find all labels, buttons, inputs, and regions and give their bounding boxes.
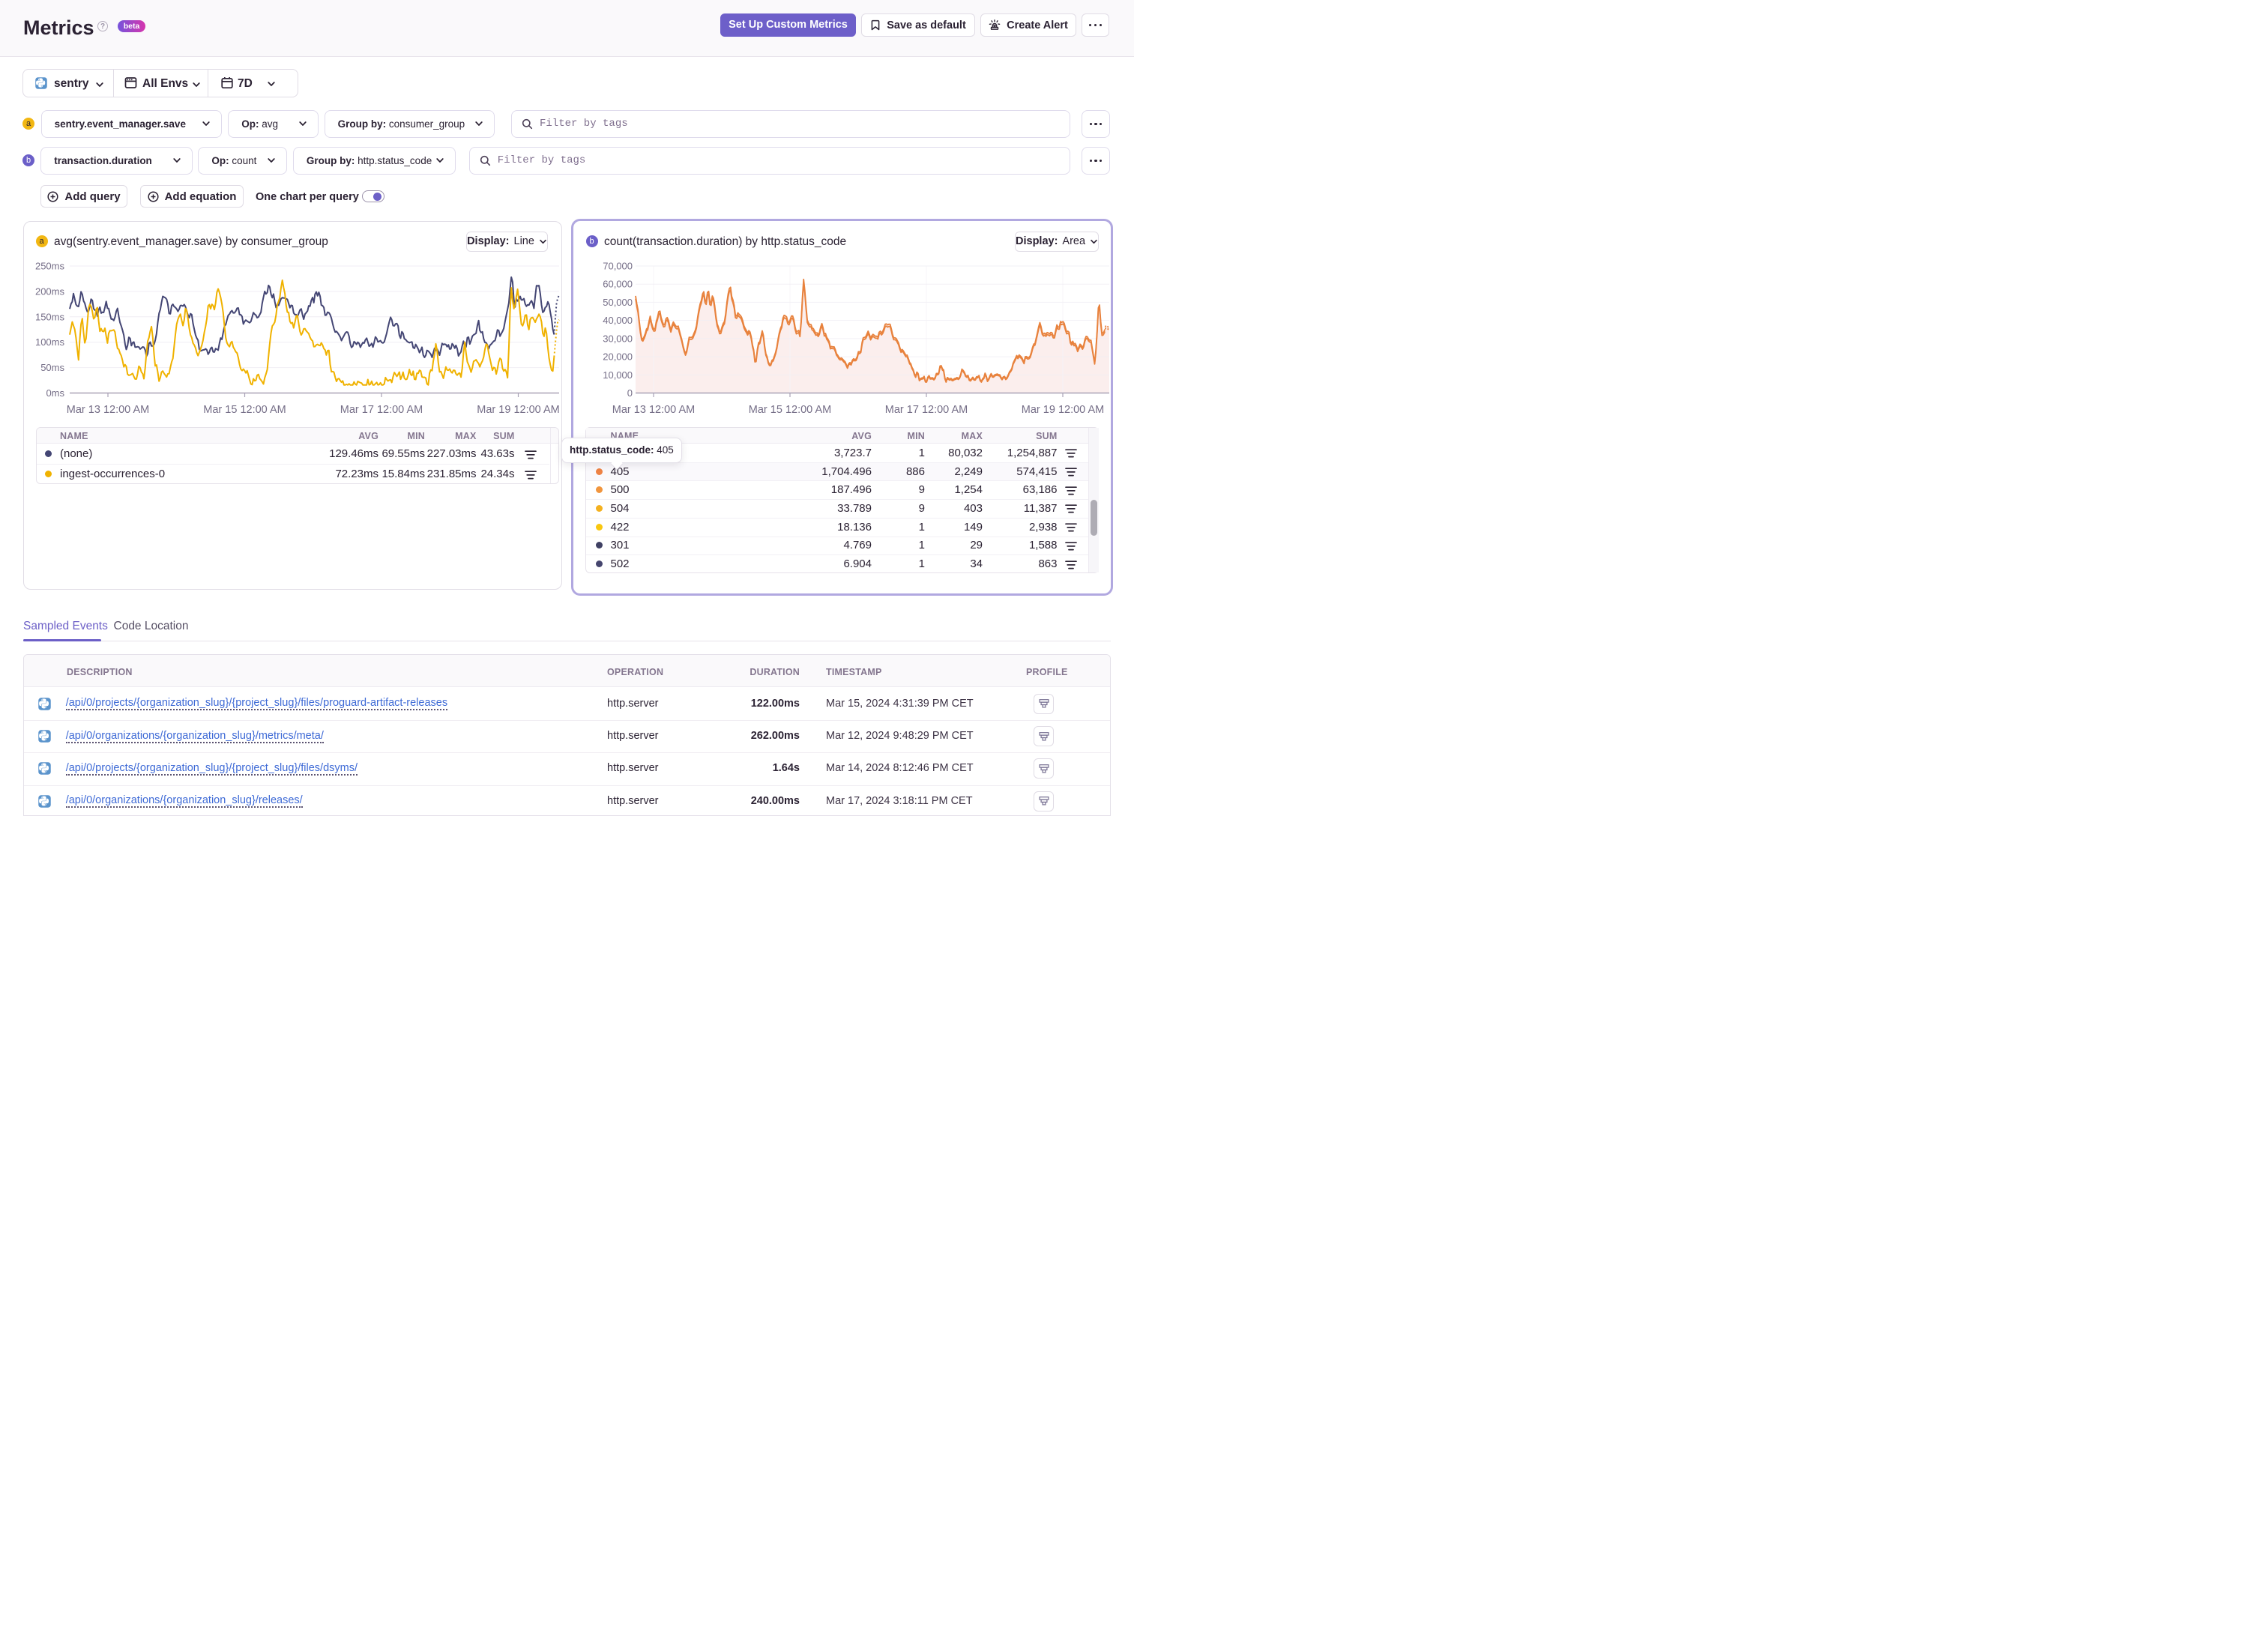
svg-text:Mar 13 12:00 AM: Mar 13 12:00 AM xyxy=(612,404,695,416)
svg-text:Mar 17 12:00 AM: Mar 17 12:00 AM xyxy=(340,404,423,416)
svg-text:20,000: 20,000 xyxy=(603,351,633,363)
svg-text:0ms: 0ms xyxy=(46,387,64,399)
svg-text:0: 0 xyxy=(627,387,633,399)
svg-text:Mar 15 12:00 AM: Mar 15 12:00 AM xyxy=(203,404,286,416)
svg-text:Mar 13 12:00 AM: Mar 13 12:00 AM xyxy=(67,404,149,416)
svg-text:50ms: 50ms xyxy=(40,362,64,373)
svg-text:Mar 17 12:00 AM: Mar 17 12:00 AM xyxy=(885,404,968,416)
svg-text:60,000: 60,000 xyxy=(603,279,633,290)
svg-text:70,000: 70,000 xyxy=(603,261,633,272)
svg-text:40,000: 40,000 xyxy=(603,315,633,326)
svg-text:30,000: 30,000 xyxy=(603,333,633,344)
svg-text:10,000: 10,000 xyxy=(603,369,633,381)
svg-text:Mar 15 12:00 AM: Mar 15 12:00 AM xyxy=(749,404,831,416)
svg-text:150ms: 150ms xyxy=(35,311,65,322)
svg-text:200ms: 200ms xyxy=(35,285,65,297)
svg-text:100ms: 100ms xyxy=(35,336,65,348)
svg-text:50,000: 50,000 xyxy=(603,297,633,308)
svg-text:Mar 19 12:00 AM: Mar 19 12:00 AM xyxy=(477,404,559,416)
svg-text:250ms: 250ms xyxy=(35,261,65,272)
svg-text:Mar 19 12:00 AM: Mar 19 12:00 AM xyxy=(1022,404,1104,416)
